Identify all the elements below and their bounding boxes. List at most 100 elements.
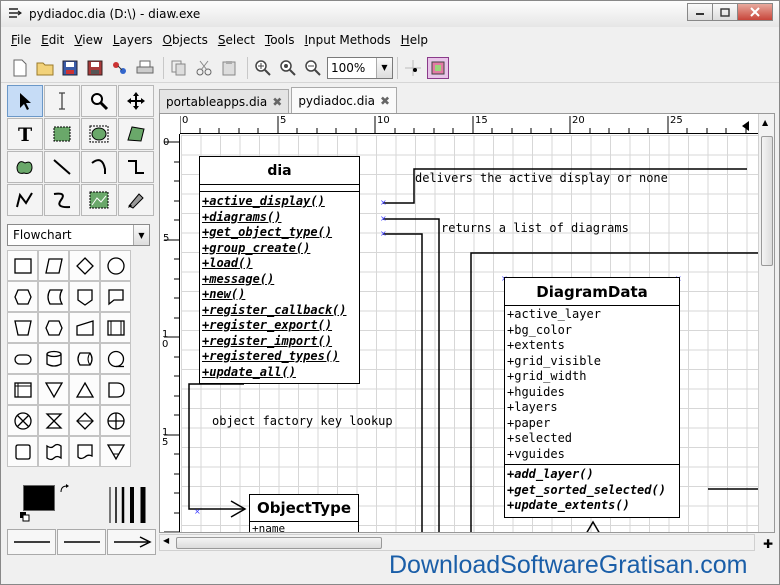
uml-attribute[interactable]: +name xyxy=(250,522,358,532)
snap-to-objects-button[interactable] xyxy=(427,56,449,79)
extract-shape[interactable] xyxy=(69,374,100,405)
sheet-selector[interactable]: Flowchart ▼ xyxy=(7,224,150,246)
uml-attribute[interactable]: +selected xyxy=(505,431,679,447)
uml-operation[interactable]: +group_create() xyxy=(200,241,359,257)
uml-attribute[interactable]: +extents xyxy=(505,338,679,354)
terminal-shape[interactable] xyxy=(7,343,38,374)
uml-operation[interactable]: +get_sorted_selected() xyxy=(505,483,679,499)
swap-colors-icon[interactable] xyxy=(59,483,71,498)
line-width-selector[interactable] xyxy=(107,485,151,525)
zoom-in-button[interactable] xyxy=(252,57,274,79)
menu-select[interactable]: Select xyxy=(218,33,255,47)
uml-attribute[interactable]: +hguides xyxy=(505,385,679,401)
menu-help[interactable]: Help xyxy=(401,33,428,47)
document-shape[interactable] xyxy=(69,436,100,467)
menu-edit[interactable]: Edit xyxy=(41,33,64,47)
close-tab-icon[interactable]: ✖ xyxy=(380,94,390,108)
pointer-tool[interactable] xyxy=(7,85,43,117)
summing-junction-shape[interactable] xyxy=(7,405,38,436)
diagram-grid[interactable]: ××× ×× × delivers the active display or … xyxy=(181,135,758,533)
uml-operation[interactable]: +register_export() xyxy=(200,318,359,334)
menu-view[interactable]: View xyxy=(74,33,102,47)
zoom-level-combo[interactable]: 100% ▼ xyxy=(327,56,393,79)
foreground-color-swatch[interactable] xyxy=(23,485,55,511)
paste-button[interactable] xyxy=(218,57,240,79)
cut-button[interactable] xyxy=(193,57,215,79)
uml-operation[interactable]: +register_callback() xyxy=(200,303,359,319)
uml-operation[interactable]: +load() xyxy=(200,256,359,272)
terminator-shape[interactable] xyxy=(100,281,131,312)
chevron-down-icon[interactable]: ▼ xyxy=(376,57,392,78)
bezier-line-tool[interactable] xyxy=(44,184,80,216)
uml-operation[interactable]: +get_object_type() xyxy=(200,225,359,241)
start-arrow-style[interactable] xyxy=(7,529,56,555)
process-shape[interactable] xyxy=(7,250,38,281)
uml-attribute[interactable]: +layers xyxy=(505,400,679,416)
decision-shape[interactable] xyxy=(69,250,100,281)
end-arrow-style[interactable] xyxy=(107,529,156,555)
menu-layers[interactable]: Layers xyxy=(113,33,153,47)
uml-operation[interactable]: +add_layer() xyxy=(505,467,679,483)
vertical-scrollbar[interactable]: ▲ xyxy=(758,114,774,532)
horizontal-scroll-thumb[interactable] xyxy=(176,537,382,549)
uml-operation[interactable]: +active_display() xyxy=(200,194,359,210)
outline-tool[interactable] xyxy=(118,184,154,216)
uml-operation[interactable]: +message() xyxy=(200,272,359,288)
predefined-process-shape[interactable] xyxy=(100,312,131,343)
reset-colors-icon[interactable] xyxy=(19,511,31,526)
line-tool[interactable] xyxy=(44,151,80,183)
tab-pydiadoc[interactable]: pydiadoc.dia ✖ xyxy=(291,87,398,113)
ellipse-tool[interactable] xyxy=(81,118,117,150)
direct-access-storage-shape[interactable] xyxy=(69,343,100,374)
close-button[interactable] xyxy=(737,3,773,21)
connection-diagrams[interactable] xyxy=(383,218,440,533)
text-cursor-tool[interactable] xyxy=(44,85,80,117)
export-button[interactable] xyxy=(109,57,131,79)
uml-operation[interactable]: +registered_types() xyxy=(200,349,359,365)
uml-class-diagramdata[interactable]: DiagramData +active_layer +bg_color +ext… xyxy=(504,277,680,518)
maximize-button[interactable] xyxy=(712,3,738,21)
delay-shape[interactable] xyxy=(100,374,131,405)
manual-operation-shape[interactable] xyxy=(7,312,38,343)
uml-attribute[interactable]: +vguides xyxy=(505,447,679,463)
uml-operation[interactable]: +update_extents() xyxy=(505,498,679,514)
uml-attribute[interactable]: +bg_color xyxy=(505,323,679,339)
chevron-down-icon[interactable]: ▼ xyxy=(133,225,149,245)
zoom-fit-button[interactable] xyxy=(277,57,299,79)
scroll-up-icon[interactable]: ▲ xyxy=(762,118,768,127)
image-tool[interactable] xyxy=(81,184,117,216)
box-tool[interactable] xyxy=(44,118,80,150)
arc-tool[interactable] xyxy=(81,151,117,183)
snap-to-grid-button[interactable] xyxy=(402,57,424,79)
uml-class-objecttype[interactable]: ObjectType +name xyxy=(249,494,359,532)
uml-attribute[interactable]: +paper xyxy=(505,416,679,432)
collate-shape[interactable] xyxy=(38,405,69,436)
text-tool[interactable]: T xyxy=(7,118,43,150)
uml-operation[interactable]: +diagrams() xyxy=(200,210,359,226)
uml-class-dia[interactable]: dia +active_display() +diagrams() +get_o… xyxy=(199,156,360,384)
uml-attribute[interactable]: +active_layer xyxy=(505,307,679,323)
magnetic-disk-shape[interactable] xyxy=(38,343,69,374)
manual-input-shape[interactable] xyxy=(69,312,100,343)
tab-portableapps[interactable]: portableapps.dia ✖ xyxy=(159,89,290,113)
connector-circle-shape[interactable] xyxy=(100,250,131,281)
sort-shape[interactable] xyxy=(69,405,100,436)
line-dash-style[interactable] xyxy=(57,529,106,555)
connection-get-object-type[interactable] xyxy=(383,233,423,533)
navigation-cross-icon[interactable]: ✚ xyxy=(763,537,773,551)
close-tab-icon[interactable]: ✖ xyxy=(272,95,282,109)
scroll-tool[interactable] xyxy=(118,85,154,117)
card-shape[interactable] xyxy=(7,436,38,467)
menu-input-methods[interactable]: Input Methods xyxy=(305,33,391,47)
menu-file[interactable]: File xyxy=(11,33,31,47)
copy-button[interactable] xyxy=(168,57,190,79)
merge-shape[interactable] xyxy=(38,374,69,405)
offline-storage-shape[interactable] xyxy=(100,436,131,467)
save-as-button[interactable] xyxy=(84,57,106,79)
title-bar[interactable]: pydiadoc.dia (D:\) - diaw.exe xyxy=(1,1,779,27)
internal-storage-shape[interactable] xyxy=(7,374,38,405)
display-shape[interactable] xyxy=(38,312,69,343)
connection-object-factory[interactable] xyxy=(188,383,245,510)
uml-attribute[interactable]: +grid_width xyxy=(505,369,679,385)
new-file-button[interactable] xyxy=(9,57,31,79)
